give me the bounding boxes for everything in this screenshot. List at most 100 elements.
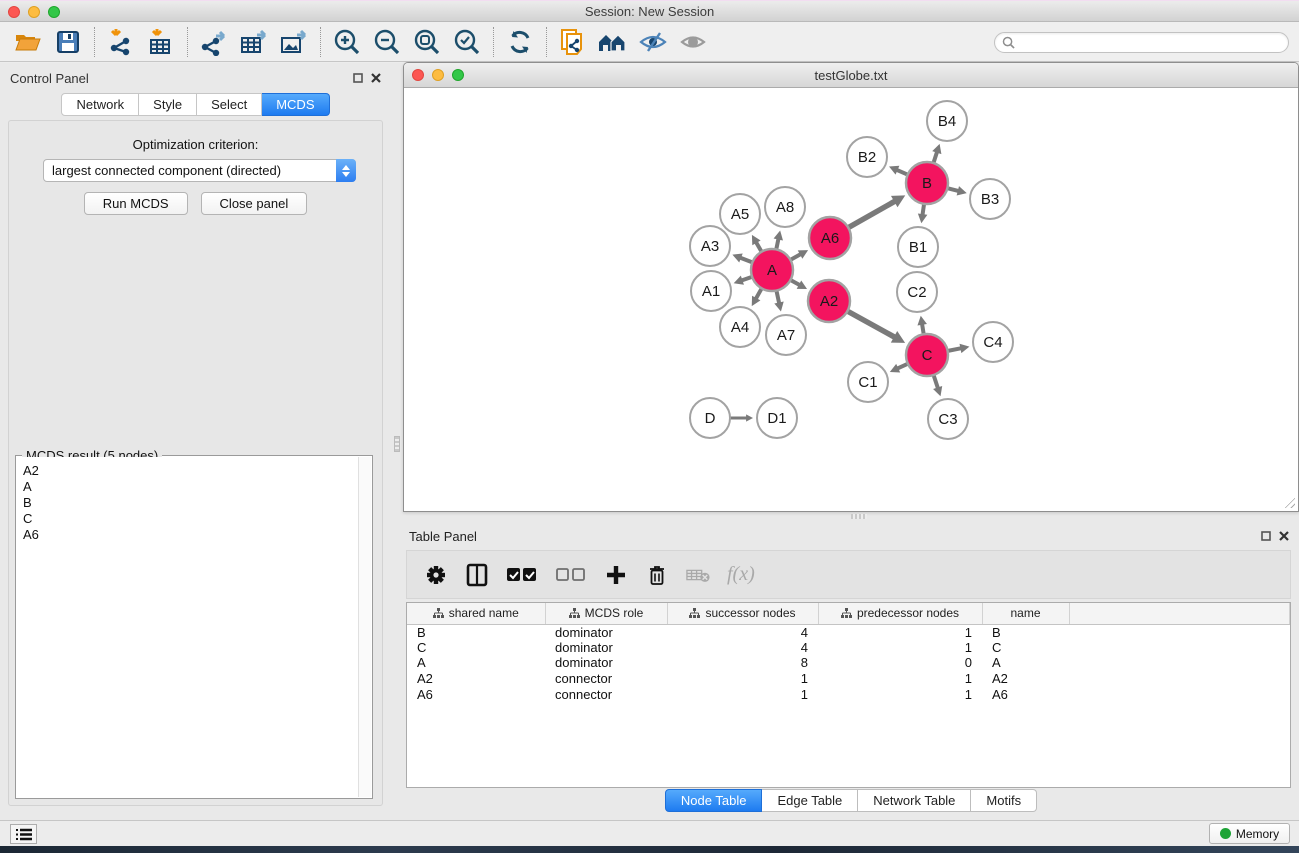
task-history-button[interactable] (10, 824, 37, 844)
cell-successor-nodes[interactable]: 1 (667, 686, 818, 702)
mcds-result-item[interactable]: A2 (23, 463, 358, 479)
mcds-result-item[interactable]: C (23, 511, 358, 527)
edge-C-C3[interactable] (933, 374, 938, 388)
cell-shared-name[interactable]: A6 (407, 686, 545, 702)
cell-name[interactable]: C (982, 640, 1069, 656)
cell-shared-name[interactable]: A (407, 655, 545, 671)
network-from-selection-button[interactable] (553, 25, 593, 59)
import-table-button[interactable] (141, 25, 181, 59)
column-header-shared-name[interactable]: shared name (407, 603, 545, 624)
mcds-result-item[interactable]: A6 (23, 527, 358, 543)
zoom-window-button[interactable] (48, 6, 60, 18)
close-panel-icon[interactable] (1279, 531, 1289, 541)
mcds-result-scrollbar[interactable] (358, 457, 371, 797)
search-field[interactable] (994, 32, 1289, 53)
cell-shared-name[interactable]: B (407, 624, 545, 640)
open-file-button[interactable] (8, 25, 48, 59)
deselect-all-button[interactable] (555, 563, 587, 587)
column-header-predecessor-nodes[interactable]: predecessor nodes (818, 603, 982, 624)
cell-successor-nodes[interactable]: 4 (667, 640, 818, 656)
cell-successor-nodes[interactable]: 4 (667, 624, 818, 640)
cell-MCDS-role[interactable]: connector (545, 671, 667, 687)
horizontal-splitter-grip[interactable] (851, 514, 867, 519)
zoom-out-button[interactable] (367, 25, 407, 59)
minimize-window-button[interactable] (28, 6, 40, 18)
show-columns-button[interactable] (465, 563, 489, 587)
tab-node-table[interactable]: Node Table (665, 789, 763, 812)
table-row[interactable]: Bdominator41B (407, 624, 1290, 640)
zoom-fit-button[interactable] (407, 25, 447, 59)
cell-MCDS-role[interactable]: connector (545, 686, 667, 702)
table-row[interactable]: Adominator80A (407, 655, 1290, 671)
tab-motifs[interactable]: Motifs (971, 789, 1037, 812)
cell-MCDS-role[interactable]: dominator (545, 624, 667, 640)
vertical-splitter-grip[interactable] (394, 436, 400, 452)
cell-name[interactable]: B (982, 624, 1069, 640)
delete-column-button[interactable] (645, 563, 669, 587)
export-image-button[interactable] (274, 25, 314, 59)
cell-predecessor-nodes[interactable]: 1 (818, 686, 982, 702)
tab-select[interactable]: Select (197, 93, 262, 116)
network-graph[interactable]: AA1A2A3A4A5A6A7A8BB1B2B3B4CC1C2C3C4DD1 (405, 89, 1297, 510)
close-window-button[interactable] (8, 6, 20, 18)
import-network-button[interactable] (101, 25, 141, 59)
function-builder-button[interactable]: f(x) (727, 563, 755, 587)
cell-successor-nodes[interactable]: 1 (667, 671, 818, 687)
edge-C-C4[interactable] (947, 348, 962, 351)
memory-button[interactable]: Memory (1209, 823, 1290, 844)
mcds-result-item[interactable]: A (23, 479, 358, 495)
cell-name[interactable]: A2 (982, 671, 1069, 687)
float-panel-icon[interactable] (1261, 531, 1271, 541)
network-zoom-button[interactable] (452, 69, 464, 81)
run-mcds-button[interactable]: Run MCDS (84, 192, 188, 215)
export-table-button[interactable] (234, 25, 274, 59)
mcds-result-list[interactable]: A2ABCA6 (17, 457, 358, 797)
network-minimize-button[interactable] (432, 69, 444, 81)
delete-table-button[interactable] (686, 563, 710, 587)
tab-mcds[interactable]: MCDS (262, 93, 329, 116)
first-neighbors-button[interactable] (593, 25, 633, 59)
cell-shared-name[interactable]: C (407, 640, 545, 656)
cell-MCDS-role[interactable]: dominator (545, 655, 667, 671)
export-network-button[interactable] (194, 25, 234, 59)
cell-successor-nodes[interactable]: 8 (667, 655, 818, 671)
hide-selected-button[interactable] (633, 25, 673, 59)
search-input[interactable] (1015, 36, 1288, 50)
edge-A2-C[interactable] (847, 311, 895, 338)
node-table[interactable]: shared nameMCDS rolesuccessor nodesprede… (406, 602, 1291, 788)
column-header-successor-nodes[interactable]: successor nodes (667, 603, 818, 624)
save-session-button[interactable] (48, 25, 88, 59)
apply-layout-button[interactable] (500, 25, 540, 59)
cell-shared-name[interactable]: A2 (407, 671, 545, 687)
cell-predecessor-nodes[interactable]: 1 (818, 624, 982, 640)
tab-network[interactable]: Network (61, 93, 139, 116)
zoom-in-button[interactable] (327, 25, 367, 59)
tab-edge-table[interactable]: Edge Table (762, 789, 858, 812)
cell-predecessor-nodes[interactable]: 0 (818, 655, 982, 671)
close-panel-button[interactable]: Close panel (201, 192, 308, 215)
cell-name[interactable]: A (982, 655, 1069, 671)
cell-predecessor-nodes[interactable]: 1 (818, 671, 982, 687)
zoom-selected-button[interactable] (447, 25, 487, 59)
show-all-button[interactable] (673, 25, 713, 59)
tab-style[interactable]: Style (139, 93, 197, 116)
table-settings-button[interactable] (424, 563, 448, 587)
network-window-titlebar[interactable]: testGlobe.txt (404, 63, 1298, 88)
cell-predecessor-nodes[interactable]: 1 (818, 640, 982, 656)
column-header-MCDS-role[interactable]: MCDS role (545, 603, 667, 624)
float-panel-icon[interactable] (353, 73, 363, 83)
add-column-button[interactable] (604, 563, 628, 587)
close-panel-icon[interactable] (371, 73, 381, 83)
cell-MCDS-role[interactable]: dominator (545, 640, 667, 656)
column-header-name[interactable]: name (982, 603, 1069, 624)
network-close-button[interactable] (412, 69, 424, 81)
mcds-result-item[interactable]: B (23, 495, 358, 511)
cell-name[interactable]: A6 (982, 686, 1069, 702)
select-all-button[interactable] (506, 563, 538, 587)
optimization-criterion-dropdown[interactable]: largest connected component (directed) (43, 159, 356, 182)
tab-network-table[interactable]: Network Table (858, 789, 971, 812)
network-canvas[interactable]: AA1A2A3A4A5A6A7A8BB1B2B3B4CC1C2C3C4DD1 (405, 89, 1297, 510)
table-row[interactable]: Cdominator41C (407, 640, 1290, 656)
edge-A6-B[interactable] (847, 201, 895, 228)
table-row[interactable]: A6connector11A6 (407, 686, 1290, 702)
